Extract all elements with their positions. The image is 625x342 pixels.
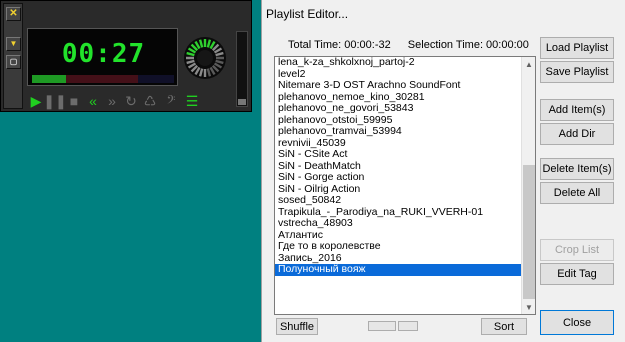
playlist-rows: lena_k-za_shkolxnoj_partoj-2 level2 Nitema…	[275, 57, 535, 276]
playlist-item[interactable]: Запись_2016	[275, 253, 523, 265]
add-dir-button[interactable]: Add Dir	[540, 123, 614, 145]
load-playlist-button[interactable]: Load Playlist	[540, 37, 614, 59]
total-time-label: Total Time: 00:00:-32	[288, 39, 391, 51]
playlist-item[interactable]: plehanovo_nemoe_kino_30281	[275, 92, 523, 104]
playlist-item[interactable]: Атлантис	[275, 230, 523, 242]
balance-slider[interactable]	[236, 31, 248, 107]
scroll-up-icon[interactable]: ▲	[522, 57, 535, 71]
move-up-button[interactable]	[368, 321, 396, 331]
window-icon[interactable]: ▢	[6, 55, 21, 69]
move-down-button[interactable]	[398, 321, 418, 331]
elapsed-time: 00:27	[61, 39, 146, 69]
edit-tag-button[interactable]: Edit Tag	[540, 263, 614, 285]
crop-list-button[interactable]: Crop List	[540, 239, 614, 261]
player-window: ✕ ▼ ▢ 00:27 ▶ ❚❚ ■ «» ↻ ♺ 𝄢 ☰	[0, 0, 252, 112]
playlist-item[interactable]: plehanovo_ne_govori_53843	[275, 103, 523, 115]
playlist-icon[interactable]: ☰	[183, 92, 201, 110]
playlist-item[interactable]: SiN - DeathMatch	[275, 161, 523, 173]
scrollbar-thumb[interactable]	[523, 165, 535, 299]
selection-time-label: Selection Time: 00:00:00	[407, 39, 529, 51]
add-items-button[interactable]: Add Item(s)	[540, 99, 614, 121]
playlist-item[interactable]: vstrecha_48903	[275, 218, 523, 230]
transport-controls: ▶ ❚❚ ■ «» ↻ ♺ 𝄢 ☰	[27, 91, 233, 111]
time-display: 00:27	[27, 28, 178, 86]
vu-meter-right	[138, 75, 174, 83]
save-playlist-button[interactable]: Save Playlist	[540, 61, 614, 83]
player-side-panel: ✕ ▼ ▢	[3, 3, 23, 109]
close-button[interactable]: Close	[540, 310, 614, 335]
scroll-down-icon[interactable]: ▼	[522, 300, 535, 314]
shuffle-button[interactable]: Shuffle	[276, 318, 318, 335]
forward-icon[interactable]: »	[103, 92, 121, 110]
playlist-item[interactable]: Полуночный вояж	[275, 264, 523, 276]
delete-all-button[interactable]: Delete All	[540, 182, 614, 204]
playlist-item[interactable]: plehanovo_tramvai_53994	[275, 126, 523, 138]
playlist-item[interactable]: revnivii_45039	[275, 138, 523, 150]
playlist-item[interactable]: lena_k-za_shkolxnoj_partoj-2	[275, 57, 523, 69]
playlist-item[interactable]: plehanovo_otstoi_59995	[275, 115, 523, 127]
playlist-editor-dialog: Playlist Editor... Total Time: 00:00:-32…	[261, 0, 625, 342]
playlist-stats: Total Time: 00:00:-32 Selection Time: 00…	[288, 39, 543, 51]
rewind-icon[interactable]: «	[84, 92, 102, 110]
playlist-item[interactable]: SiN - CSite Act	[275, 149, 523, 161]
playlist-listbox[interactable]: lena_k-za_shkolxnoj_partoj-2 level2 Nitema…	[274, 56, 536, 315]
stop-icon[interactable]: ■	[65, 92, 83, 110]
playlist-item[interactable]: sosed_50842	[275, 195, 523, 207]
vu-meter-left	[32, 75, 66, 83]
dialog-title: Playlist Editor...	[266, 7, 349, 21]
balance-slider-thumb[interactable]	[238, 99, 246, 105]
playlist-item[interactable]: Nitemare 3-D OST Arachno SoundFont	[275, 80, 523, 92]
playlist-item[interactable]: SiN - Gorge action	[275, 172, 523, 184]
recycle-icon[interactable]: ♺	[141, 92, 159, 110]
close-icon[interactable]: ✕	[6, 7, 21, 21]
bass-clef-icon[interactable]: 𝄢	[160, 92, 182, 110]
delete-items-button[interactable]: Delete Item(s)	[540, 158, 614, 180]
vu-meter-middle	[66, 75, 138, 83]
playlist-item[interactable]: SiN - Oilrig Action	[275, 184, 523, 196]
playlist-item[interactable]: Где то в королевстве	[275, 241, 523, 253]
playlist-item[interactable]: level2	[275, 69, 523, 81]
pause-icon[interactable]: ❚❚	[43, 92, 66, 110]
playlist-item[interactable]: Trapikula_-_Parodiya_na_RUKI_VVERH-01	[275, 207, 523, 219]
repeat-icon[interactable]: ↻	[122, 92, 140, 110]
minimize-icon[interactable]: ▼	[6, 37, 21, 51]
vertical-scrollbar[interactable]: ▲ ▼	[521, 57, 535, 314]
volume-dial-icon[interactable]	[184, 37, 226, 79]
sort-button[interactable]: Sort	[481, 318, 527, 335]
